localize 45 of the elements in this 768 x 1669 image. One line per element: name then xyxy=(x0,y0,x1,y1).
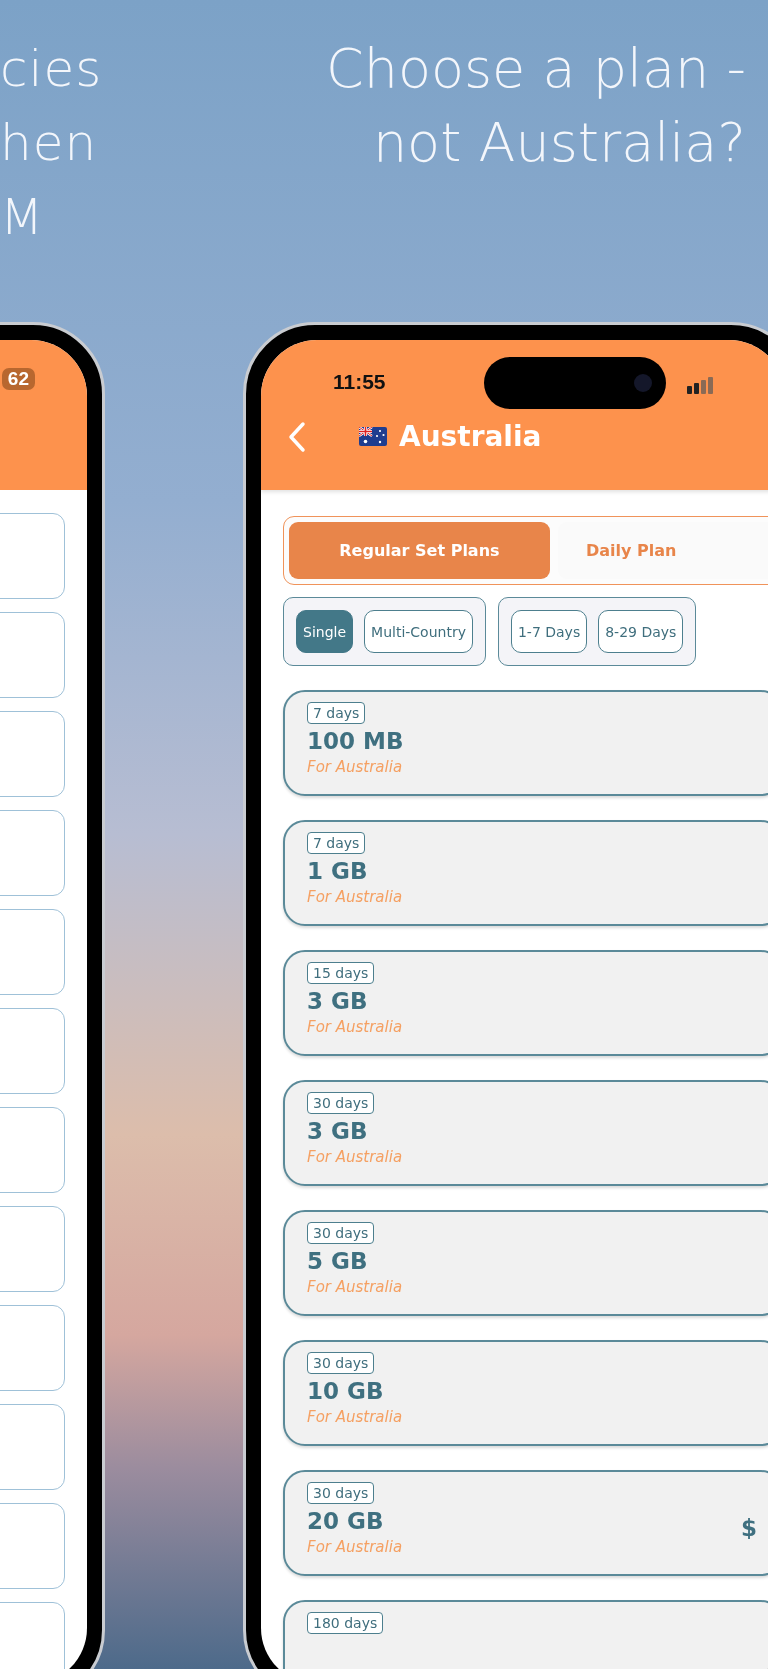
plan-region: For Australia xyxy=(307,1018,403,1036)
data-amount: 3 GB xyxy=(307,987,368,1016)
status-time: 11:55 xyxy=(333,370,387,394)
plan-region: For Australia xyxy=(307,1148,403,1166)
screen-title: Australia xyxy=(399,420,542,453)
plan-card[interactable]: 30 days 20 GB For Australia $ xyxy=(283,1470,768,1576)
plan-card[interactable]: 7 days 1 GB For Australia xyxy=(283,820,768,926)
plan-region: For Australia xyxy=(307,758,403,776)
plan-card[interactable]: 7 days 100 MB For Australia xyxy=(283,690,768,796)
plan-card[interactable]: 30 days 5 GB For Australia xyxy=(283,1210,768,1316)
data-amount: 10 GB xyxy=(307,1377,384,1406)
plan-region: For Australia xyxy=(307,1278,403,1296)
flag-icon xyxy=(359,427,387,446)
data-amount: 5 GB xyxy=(307,1247,368,1276)
duration-badge: 30 days xyxy=(307,1352,375,1374)
duration-badge: 180 days xyxy=(307,1612,384,1634)
plan-region: For Australia xyxy=(307,1408,403,1426)
filter-chip[interactable]: 1-7 Days xyxy=(510,610,588,653)
plan-price: $ xyxy=(741,1515,757,1541)
filter-chip[interactable]: 8-29 Days xyxy=(598,610,684,653)
data-amount: 1 GB xyxy=(307,857,368,886)
plan-card[interactable]: 180 days xyxy=(283,1600,768,1669)
duration-badge: 30 days xyxy=(307,1092,375,1114)
headline-line: Choose a plan - xyxy=(325,36,746,102)
filter-chip[interactable]: Multi-Country xyxy=(364,610,473,653)
data-amount: 3 GB xyxy=(307,1117,368,1146)
duration-badge: 7 days xyxy=(307,832,366,854)
plan-card[interactable]: 30 days 10 GB For Australia xyxy=(283,1340,768,1446)
data-amount: 100 MB xyxy=(307,727,404,756)
filter-chip[interactable]: Single xyxy=(296,610,354,653)
headline-line: M xyxy=(0,187,45,248)
headline-line: cies xyxy=(0,39,103,100)
duration-badge: 30 days xyxy=(307,1482,375,1504)
headline-line: not Australia? xyxy=(372,110,746,176)
plan-card[interactable]: 30 days 3 GB For Australia xyxy=(283,1080,768,1186)
headline-line: hen xyxy=(0,113,98,174)
duration-badge: 15 days xyxy=(307,962,375,984)
data-amount: 20 GB xyxy=(307,1507,384,1536)
duration-badge: 7 days xyxy=(307,702,366,724)
plan-region: For Australia xyxy=(307,888,403,906)
battery-indicator: 62 xyxy=(1,368,35,390)
back-icon[interactable] xyxy=(287,420,307,453)
duration-badge: 30 days xyxy=(307,1222,375,1244)
plan-card[interactable]: 15 days 3 GB For Australia xyxy=(283,950,768,1056)
plan-region: For Australia xyxy=(307,1538,403,1556)
